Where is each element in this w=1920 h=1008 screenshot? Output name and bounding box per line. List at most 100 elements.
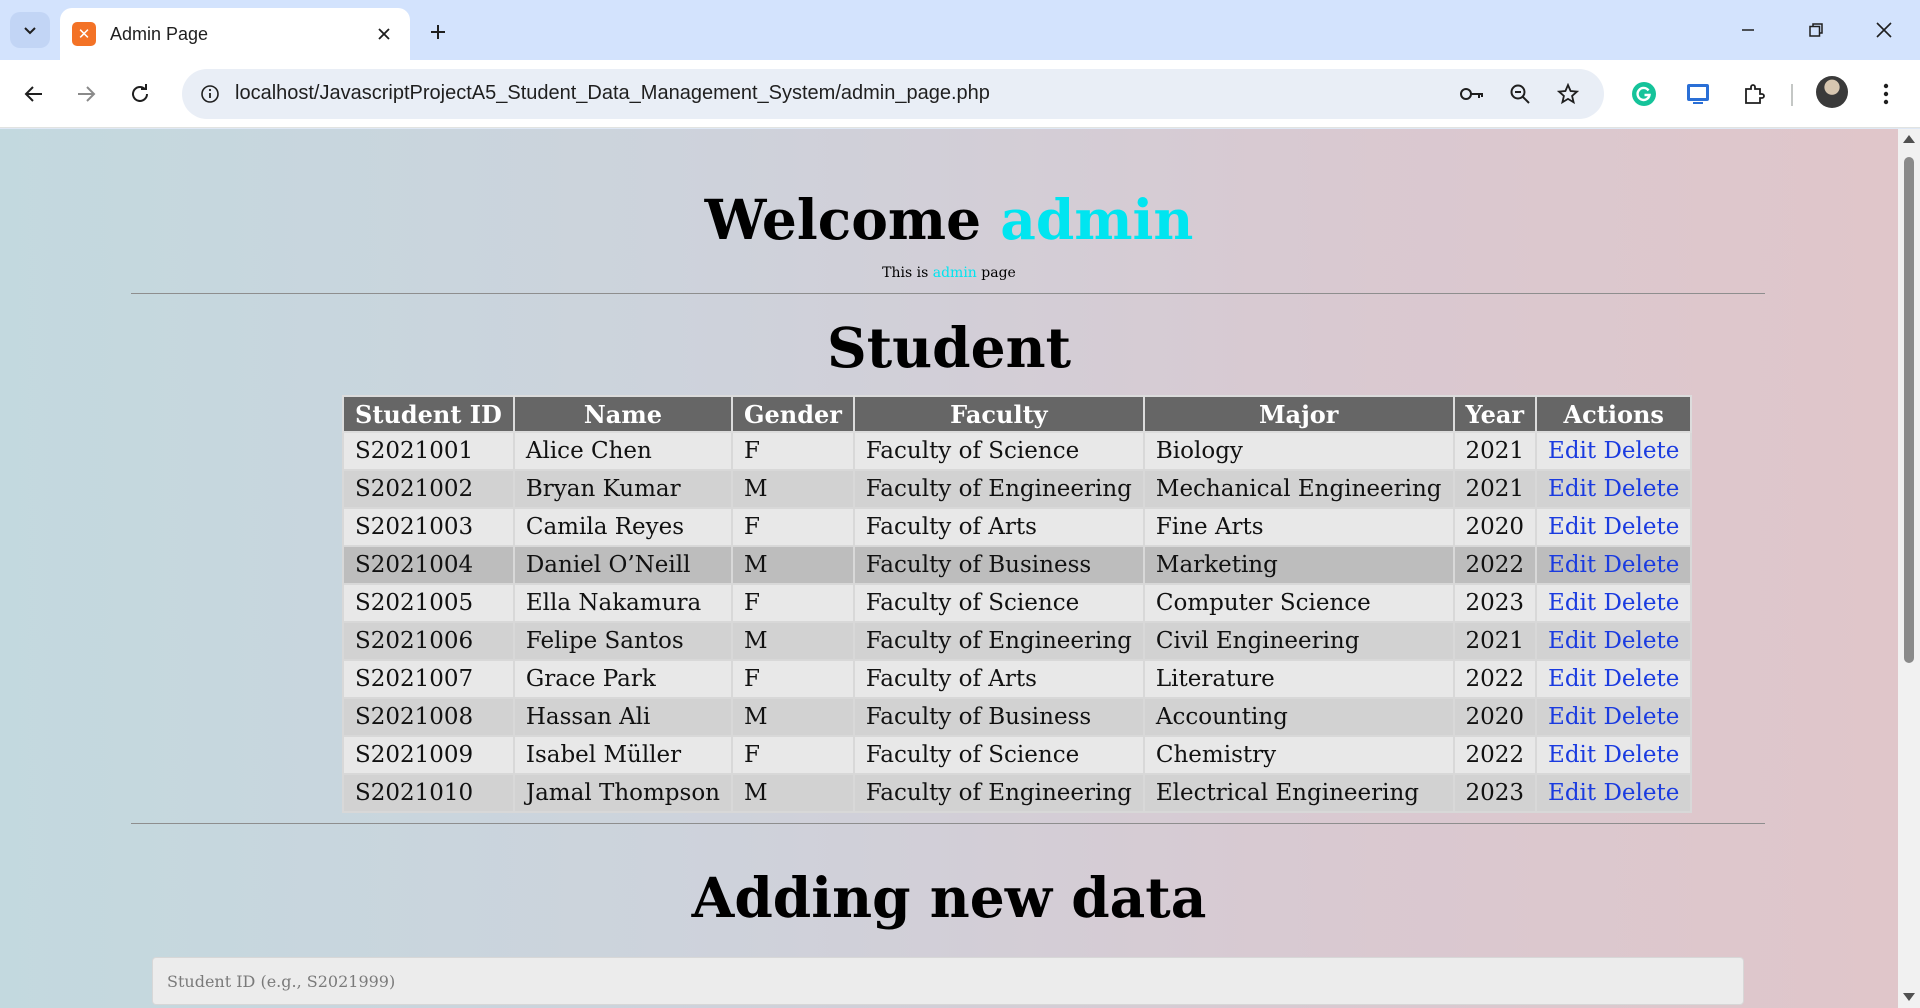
scrollbar-thumb[interactable] — [1904, 157, 1914, 663]
cell-name: Felipe Santos — [512, 621, 733, 661]
zoom-out-icon — [1510, 84, 1530, 104]
minimize-button[interactable] — [1726, 8, 1770, 52]
delete-link[interactable]: Delete — [1603, 704, 1679, 730]
edit-link[interactable]: Edit — [1548, 590, 1596, 616]
cell-actions: Edit Delete — [1535, 621, 1693, 661]
forward-button[interactable] — [66, 74, 106, 114]
edit-link[interactable]: Edit — [1548, 780, 1596, 806]
site-info-button[interactable] — [192, 76, 228, 112]
close-window-button[interactable] — [1862, 8, 1906, 52]
browser-toolbar: localhost/JavascriptProjectA5_Student_Da… — [0, 60, 1920, 128]
cell-year: 2021 — [1452, 469, 1538, 509]
cell-student-id: S2021006 — [342, 621, 515, 661]
browser-menu-button[interactable] — [1868, 76, 1904, 112]
tab-search-button[interactable] — [10, 12, 50, 48]
cell-gender: M — [730, 697, 855, 737]
tab-strip: ✕ Admin Page — [0, 0, 1920, 60]
grammarly-extension-button[interactable] — [1626, 76, 1662, 112]
forward-arrow-icon — [78, 86, 96, 102]
divider-bottom — [131, 823, 1765, 824]
delete-link[interactable]: Delete — [1603, 552, 1679, 578]
cell-major: Chemistry — [1142, 735, 1455, 775]
cell-gender: F — [730, 583, 855, 623]
restore-icon — [1809, 23, 1823, 37]
bookmark-button[interactable] — [1550, 76, 1586, 112]
address-bar[interactable]: localhost/JavascriptProjectA5_Student_Da… — [182, 69, 1604, 119]
student-id-input[interactable] — [152, 957, 1744, 1005]
cell-year: 2020 — [1452, 507, 1538, 547]
cell-year: 2021 — [1452, 621, 1538, 661]
back-arrow-icon — [24, 86, 42, 102]
table-row: S2021003 Camila Reyes F Faculty of Arts Fine… — [342, 507, 1693, 547]
cell-name: Daniel O’Neill — [512, 545, 733, 585]
scroll-down-arrow-icon[interactable] — [1903, 993, 1915, 1001]
close-icon — [378, 28, 390, 40]
edit-link[interactable]: Edit — [1548, 476, 1596, 502]
info-icon — [201, 85, 219, 103]
cell-actions: Edit Delete — [1535, 583, 1693, 623]
edit-link[interactable]: Edit — [1548, 514, 1596, 540]
url-text[interactable]: localhost/JavascriptProjectA5_Student_Da… — [235, 82, 990, 105]
extensions-button[interactable] — [1736, 76, 1772, 112]
delete-link[interactable]: Delete — [1603, 780, 1679, 806]
table-row: S2021007 Grace Park F Faculty of Arts Litera… — [342, 659, 1693, 699]
page-viewport: Welcome admin This is admin page Student… — [0, 129, 1898, 1008]
back-button[interactable] — [14, 74, 54, 114]
screen-capture-icon — [1687, 84, 1709, 104]
xampp-favicon-icon: ✕ — [72, 22, 96, 46]
chevron-down-icon — [24, 27, 36, 35]
close-icon — [1876, 22, 1892, 38]
delete-link[interactable]: Delete — [1603, 514, 1679, 540]
cell-major: Mechanical Engineering — [1142, 469, 1455, 509]
delete-link[interactable]: Delete — [1603, 438, 1679, 464]
edit-link[interactable]: Edit — [1548, 742, 1596, 768]
reload-button[interactable] — [120, 74, 160, 114]
page-scrollbar[interactable] — [1898, 129, 1920, 1008]
minimize-icon — [1742, 29, 1754, 31]
password-key-button[interactable] — [1454, 76, 1490, 112]
delete-link[interactable]: Delete — [1603, 628, 1679, 654]
edit-link[interactable]: Edit — [1548, 704, 1596, 730]
profile-avatar[interactable] — [1816, 76, 1848, 108]
key-icon — [1460, 88, 1483, 100]
edit-link[interactable]: Edit — [1548, 438, 1596, 464]
cell-faculty: Faculty of Science — [852, 583, 1145, 623]
cell-major: Electrical Engineering — [1142, 773, 1455, 813]
cell-name: Hassan Ali — [512, 697, 733, 737]
table-row: S2021010 Jamal Thompson M Faculty of Engine… — [342, 773, 1693, 813]
cell-student-id: S2021004 — [342, 545, 515, 585]
cell-major: Accounting — [1142, 697, 1455, 737]
cell-major: Biology — [1142, 431, 1455, 471]
cell-actions: Edit Delete — [1535, 773, 1693, 813]
role-subline: This is admin page — [0, 265, 1898, 281]
cell-name: Ella Nakamura — [512, 583, 733, 623]
tab-close-button[interactable] — [368, 18, 400, 50]
restore-button[interactable] — [1794, 8, 1838, 52]
add-section-title: Adding new data — [691, 865, 1207, 930]
header-faculty: Faculty — [852, 395, 1145, 433]
edit-link[interactable]: Edit — [1548, 666, 1596, 692]
cell-faculty: Faculty of Science — [852, 431, 1145, 471]
cell-actions: Edit Delete — [1535, 469, 1693, 509]
cell-gender: M — [730, 773, 855, 813]
table-header-row: Student ID Name Gender Faculty Major Yea… — [342, 395, 1693, 433]
header-gender: Gender — [730, 395, 855, 433]
cell-student-id: S2021003 — [342, 507, 515, 547]
cell-year: 2022 — [1452, 545, 1538, 585]
table-row: S2021001 Alice Chen F Faculty of Science Bio… — [342, 431, 1693, 471]
cell-year: 2020 — [1452, 697, 1538, 737]
scroll-up-arrow-icon[interactable] — [1903, 135, 1915, 143]
active-tab[interactable]: ✕ Admin Page — [60, 8, 410, 60]
new-tab-button[interactable] — [420, 14, 456, 50]
screen-extension-button[interactable] — [1680, 76, 1716, 112]
zoom-button[interactable] — [1502, 76, 1538, 112]
delete-link[interactable]: Delete — [1603, 742, 1679, 768]
delete-link[interactable]: Delete — [1603, 476, 1679, 502]
edit-link[interactable]: Edit — [1548, 552, 1596, 578]
header-actions: Actions — [1535, 395, 1693, 433]
delete-link[interactable]: Delete — [1603, 590, 1679, 616]
edit-link[interactable]: Edit — [1548, 628, 1596, 654]
cell-major: Fine Arts — [1142, 507, 1455, 547]
cell-student-id: S2021001 — [342, 431, 515, 471]
delete-link[interactable]: Delete — [1603, 666, 1679, 692]
